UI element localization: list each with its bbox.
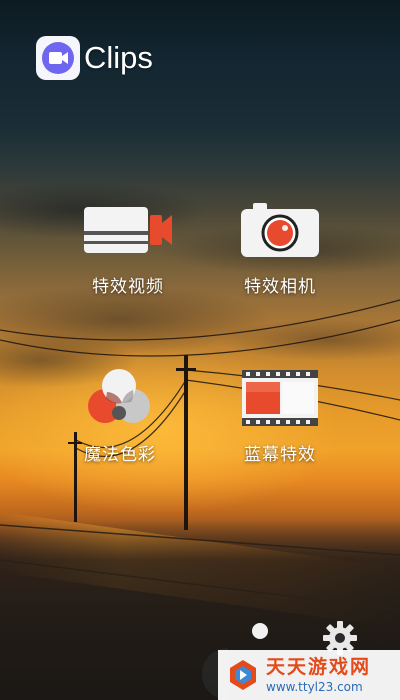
magic-color-button[interactable]: 魔法色彩	[50, 366, 190, 465]
app-title: Clips	[84, 40, 153, 75]
watermark-title: 天天游戏网	[266, 656, 372, 678]
watermark-banner: 天天游戏网 www.ttyl23.com	[218, 650, 400, 700]
video-camera-icon[interactable]	[36, 36, 80, 80]
filmstrip-icon	[210, 366, 350, 430]
camera-effects-button[interactable]: 特效相机	[210, 198, 350, 297]
watermark-url: www.ttyl23.com	[266, 680, 363, 694]
bluescreen-effects-label: 蓝幕特效	[244, 445, 316, 465]
video-effects-icon	[58, 198, 198, 262]
magic-color-label: 魔法色彩	[84, 445, 156, 465]
camera-effects-label: 特效相机	[244, 277, 316, 297]
watermark-logo-icon	[230, 660, 256, 690]
color-circles-icon	[50, 366, 190, 430]
bluescreen-effects-button[interactable]: 蓝幕特效	[210, 366, 350, 465]
camera-icon	[210, 198, 350, 262]
power-lines	[0, 299, 400, 611]
page-dot-icon	[252, 623, 268, 639]
video-effects-button[interactable]: 特效视频	[58, 198, 198, 297]
app-header: Clips	[36, 36, 153, 80]
video-effects-label: 特效视频	[92, 277, 164, 297]
